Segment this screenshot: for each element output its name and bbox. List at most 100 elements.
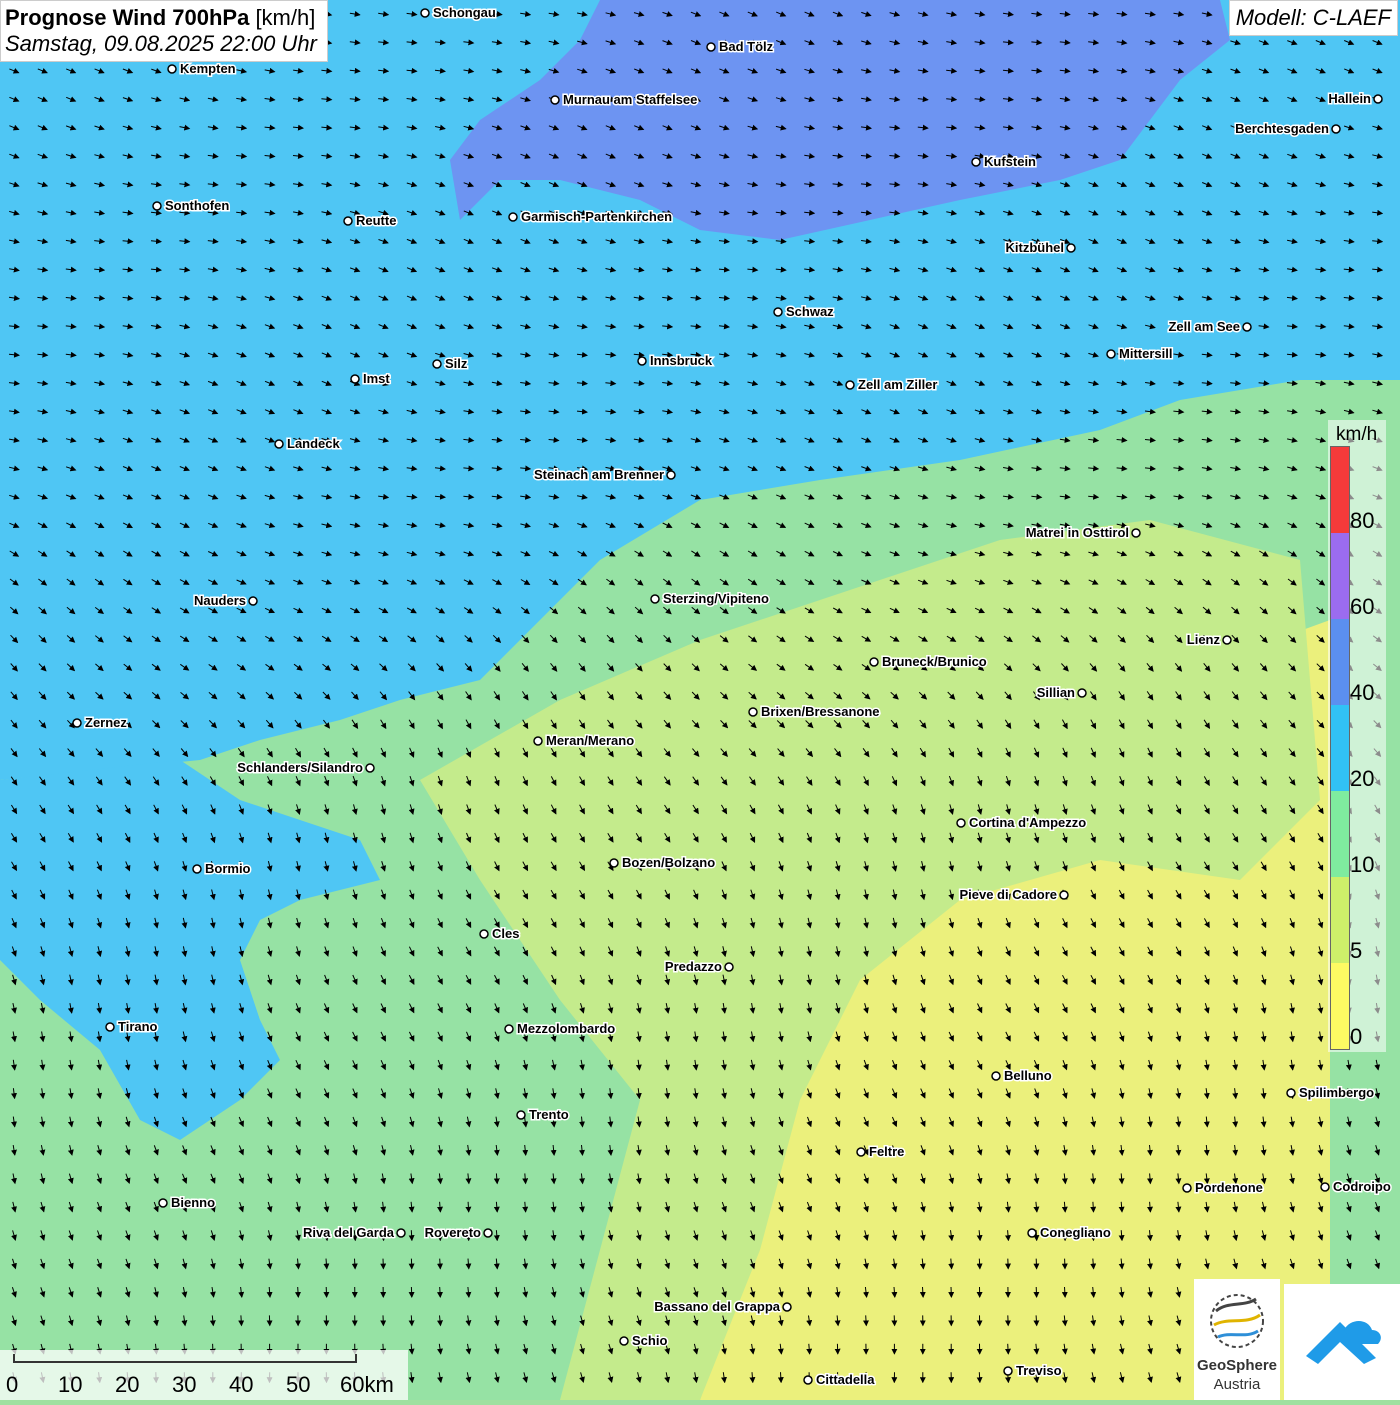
place-marker: Conegliano xyxy=(1028,1225,1111,1240)
place-dot xyxy=(480,930,488,938)
place-label: Lienz xyxy=(1187,632,1221,647)
wind-arrow xyxy=(241,1315,242,1325)
place-label: Silz xyxy=(445,356,468,371)
wind-arrow xyxy=(1008,1344,1009,1354)
place-label: Tirano xyxy=(118,1019,158,1034)
place-dot xyxy=(421,9,429,17)
place-dot xyxy=(249,597,257,605)
place-dot xyxy=(344,217,352,225)
place-label: Pieve di Cadore xyxy=(959,887,1057,902)
place-dot xyxy=(638,357,646,365)
wind-arrow xyxy=(298,1287,299,1297)
place-label: Cittadella xyxy=(816,1372,875,1387)
place-dot xyxy=(168,65,176,73)
place-dot xyxy=(774,308,782,316)
place-marker: Berchtesgaden xyxy=(1235,121,1340,136)
legend-seg-40 xyxy=(1331,619,1349,705)
place-label: Bozen/Bolzano xyxy=(622,855,715,870)
place-dot xyxy=(1078,689,1086,697)
wind-arrow xyxy=(781,1372,782,1382)
place-label: Bienno xyxy=(171,1195,215,1210)
place-marker: Bassano del Grappa xyxy=(654,1299,791,1314)
place-dot xyxy=(509,213,517,221)
title-box: Prognose Wind 700hPa [km/h] Samstag, 09.… xyxy=(0,0,328,62)
place-label: Cortina d'Ampezzo xyxy=(969,815,1086,830)
legend-unit: km/h xyxy=(1336,424,1377,446)
place-dot xyxy=(725,963,733,971)
place-dot xyxy=(551,96,559,104)
place-dot xyxy=(153,202,161,210)
place-dot xyxy=(1183,1184,1191,1192)
place-dot xyxy=(1243,323,1251,331)
place-label: Kufstein xyxy=(984,154,1036,169)
wind-arrow xyxy=(923,1287,924,1297)
place-label: Mittersill xyxy=(1119,346,1172,361)
scale-label-40: 40 xyxy=(229,1372,253,1398)
place-marker: Innsbruck xyxy=(638,353,713,368)
place-label: Nauders xyxy=(194,593,246,608)
place-label: Steinach am Brenner xyxy=(534,467,664,482)
place-label: Trento xyxy=(529,1107,569,1122)
scale-label-30: 30 xyxy=(172,1372,196,1398)
model-label: Modell: C-LAEF xyxy=(1229,0,1398,36)
place-label: Sonthofen xyxy=(165,198,229,213)
place-marker: Sonthofen xyxy=(153,198,229,213)
legend-tick-60: 60 xyxy=(1350,594,1374,620)
place-label: Treviso xyxy=(1016,1363,1062,1378)
legend-tick-40: 40 xyxy=(1350,680,1374,706)
place-dot xyxy=(749,708,757,716)
place-marker: Bruneck/Brunico xyxy=(870,654,987,669)
place-label: Cles xyxy=(492,926,519,941)
place-dot xyxy=(1374,95,1382,103)
place-marker: Pordenone xyxy=(1183,1180,1263,1195)
place-marker: Sterzing/Vipiteno xyxy=(651,591,769,606)
geosphere-name: GeoSphere xyxy=(1194,1357,1280,1374)
place-label: Bruneck/Brunico xyxy=(882,654,987,669)
place-label: Berchtesgaden xyxy=(1235,121,1329,136)
place-dot xyxy=(957,819,965,827)
place-label: Schlanders/Silandro xyxy=(237,760,363,775)
place-marker: Bozen/Bolzano xyxy=(610,855,715,870)
legend-seg-80 xyxy=(1331,447,1349,533)
place-dot xyxy=(1060,891,1068,899)
scale-label-10: 10 xyxy=(58,1372,82,1398)
scale-label-20: 20 xyxy=(115,1372,139,1398)
place-dot xyxy=(707,43,715,51)
legend-tick-5: 5 xyxy=(1350,938,1362,964)
place-marker: Murnau am Staffelsee xyxy=(551,92,697,107)
place-marker: Brixen/Bressanone xyxy=(749,704,880,719)
color-legend: km/h 80 60 40 20 10 5 0 xyxy=(1328,420,1386,1052)
place-dot xyxy=(1004,1367,1012,1375)
place-dot xyxy=(505,1025,513,1033)
place-dot xyxy=(992,1072,1000,1080)
place-dot xyxy=(857,1148,865,1156)
title-unit: [km/h] xyxy=(255,5,315,30)
map-title: Prognose Wind 700hPa [km/h] xyxy=(5,5,317,31)
place-marker: Meran/Merano xyxy=(534,733,634,748)
place-label: Conegliano xyxy=(1040,1225,1111,1240)
place-dot xyxy=(804,1376,812,1384)
place-label: Landeck xyxy=(287,436,341,451)
legend-color-bar xyxy=(1330,446,1350,1050)
legend-seg-20 xyxy=(1331,705,1349,791)
place-label: Garmisch-Partenkirchen xyxy=(521,209,672,224)
place-dot xyxy=(534,737,542,745)
geosphere-emblem-icon xyxy=(1194,1281,1280,1357)
scale-label-50: 50 xyxy=(286,1372,310,1398)
legend-seg-60 xyxy=(1331,533,1349,619)
place-dot xyxy=(972,158,980,166)
place-marker: Spilimbergo xyxy=(1287,1085,1374,1100)
place-label: Brixen/Bressanone xyxy=(761,704,880,719)
place-label: Schio xyxy=(632,1333,667,1348)
wind-arrow xyxy=(411,1230,412,1240)
place-dot xyxy=(159,1199,167,1207)
place-label: Reutte xyxy=(356,213,396,228)
place-dot xyxy=(1223,636,1231,644)
place-label: Innsbruck xyxy=(650,353,713,368)
place-dot xyxy=(397,1229,405,1237)
wind-arrow xyxy=(440,1287,441,1297)
place-dot xyxy=(1028,1229,1036,1237)
wind-arrow xyxy=(979,1372,980,1382)
mountain-cloud-icon xyxy=(1284,1284,1400,1400)
place-dot xyxy=(517,1111,525,1119)
